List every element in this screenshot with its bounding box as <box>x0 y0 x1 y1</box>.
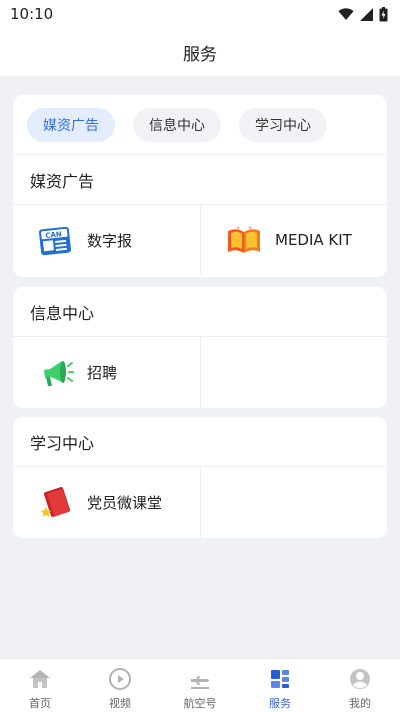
airplane-icon <box>191 676 209 689</box>
service-item-label: 数字报 <box>87 231 133 250</box>
nav-item-video[interactable]: 视频 <box>80 659 160 712</box>
nav-label-services: 服务 <box>269 697 291 710</box>
play-circle-icon <box>109 668 131 690</box>
status-icons <box>338 6 388 22</box>
battery-icon <box>379 6 388 21</box>
empty-grid-cell <box>200 467 387 538</box>
service-item-media-kit[interactable]: MEDIA KIT <box>200 205 387 275</box>
nav-item-services[interactable]: 服务 <box>240 659 320 712</box>
status-time: 10:10 <box>10 5 54 23</box>
section-title-media-ads: 媒资广告 <box>13 155 387 205</box>
service-item-party-micro-class[interactable]: 党员微课堂 <box>13 467 200 538</box>
nav-label-me: 我的 <box>349 697 371 710</box>
nav-label-home: 首页 <box>29 697 51 710</box>
open-book-icon <box>228 226 260 253</box>
grid-icon <box>271 670 289 688</box>
info-center-card: 信息中心 招聘 <box>13 287 387 408</box>
nav-item-me[interactable]: 我的 <box>320 659 400 712</box>
nav-label-aviation: 航空号 <box>183 697 217 710</box>
status-bar: 10:10 <box>0 0 400 28</box>
nav-label-video: 视频 <box>109 697 131 710</box>
newspaper-can-icon: CAN <box>39 226 71 256</box>
service-item-digital-newspaper[interactable]: CAN 数字报 <box>13 205 200 275</box>
tab-media-ads[interactable]: 媒资广告 <box>27 107 115 142</box>
nav-item-aviation[interactable]: 航空号 <box>160 659 240 712</box>
media-ads-card: 媒资广告 信息中心 学习中心 媒资广告 CAN 数字报 MEDIA KIT <box>13 95 387 277</box>
section-title-study-center: 学习中心 <box>13 417 387 467</box>
page-header: 服务 <box>0 28 400 76</box>
profile-icon <box>350 669 370 689</box>
empty-grid-cell <box>200 337 387 408</box>
service-item-label: MEDIA KIT <box>275 231 352 249</box>
info-center-items: 招聘 <box>13 337 387 408</box>
signal-icon <box>360 7 373 21</box>
study-center-card: 学习中心 党员微课堂 <box>13 417 387 538</box>
bottom-nav: 首页 视频 航空号 服务 我的 <box>0 658 400 712</box>
red-book-star-icon <box>40 486 71 517</box>
category-tabs: 媒资广告 信息中心 学习中心 <box>13 95 387 155</box>
section-title-info-center: 信息中心 <box>13 287 387 337</box>
service-item-label: 招聘 <box>87 364 118 382</box>
media-ads-items: CAN 数字报 MEDIA KIT <box>13 205 387 275</box>
study-center-items: 党员微课堂 <box>13 467 387 538</box>
wifi-icon <box>338 7 354 20</box>
megaphone-icon <box>44 360 74 386</box>
service-item-label: 党员微课堂 <box>87 494 163 512</box>
nav-item-home[interactable]: 首页 <box>0 659 80 712</box>
tab-study-center[interactable]: 学习中心 <box>239 107 327 142</box>
service-item-recruitment[interactable]: 招聘 <box>13 337 200 408</box>
tab-info-center[interactable]: 信息中心 <box>133 107 221 142</box>
page-title: 服务 <box>183 44 217 65</box>
home-icon <box>30 670 50 688</box>
